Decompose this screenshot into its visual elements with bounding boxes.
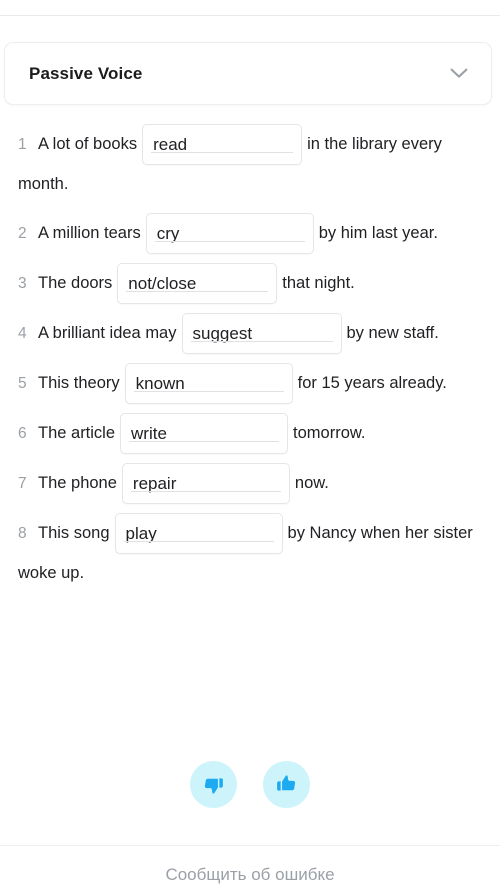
answer-value: known bbox=[135, 374, 185, 393]
answer-input-8[interactable]: play bbox=[114, 513, 283, 554]
topic-header-card[interactable]: Passive Voice bbox=[4, 42, 492, 105]
item-text-before: The doors bbox=[38, 273, 113, 292]
item-number: 3 bbox=[18, 274, 27, 292]
answer-input-5[interactable]: known bbox=[124, 363, 293, 404]
dislike-button[interactable] bbox=[190, 761, 237, 808]
item-text-before: This theory bbox=[38, 373, 120, 392]
exercise-item-5: 5 This theory known for 15 years already. bbox=[18, 363, 484, 404]
thumbs-down-icon bbox=[202, 773, 225, 796]
answer-value: suggest bbox=[192, 324, 253, 343]
item-text-after: by him last year. bbox=[318, 223, 438, 242]
feedback-buttons bbox=[0, 761, 500, 808]
answer-value: not/close bbox=[128, 274, 197, 293]
item-text-before: The article bbox=[38, 423, 116, 442]
exercise-list: 1A lot of books read in the library every … bbox=[0, 124, 500, 602]
item-number: 1 bbox=[18, 135, 27, 153]
item-text-before: This song bbox=[38, 523, 110, 542]
answer-input-2[interactable]: cry bbox=[145, 213, 314, 254]
report-error-link[interactable]: Сообщить об ошибке bbox=[0, 864, 500, 884]
item-text-before: The phone bbox=[38, 473, 117, 492]
footer-divider bbox=[0, 845, 500, 846]
page-title: Passive Voice bbox=[29, 64, 143, 83]
item-text-before: A million tears bbox=[38, 223, 141, 242]
answer-input-3[interactable]: not/close bbox=[117, 263, 278, 304]
item-number: 8 bbox=[18, 524, 27, 542]
item-text-before: A brilliant idea may bbox=[38, 323, 177, 342]
answer-input-4[interactable]: suggest bbox=[181, 313, 342, 354]
exercise-item-1: 1A lot of books read in the library every … bbox=[18, 124, 484, 204]
item-number: 6 bbox=[18, 424, 27, 442]
thumbs-up-icon bbox=[275, 773, 298, 796]
answer-value: write bbox=[131, 424, 167, 443]
item-text-after: for 15 years already. bbox=[297, 373, 447, 392]
item-number: 4 bbox=[18, 324, 27, 342]
exercise-item-6: 6 The article write tomorrow. bbox=[18, 413, 484, 454]
item-number: 7 bbox=[18, 474, 27, 492]
item-text-after: by new staff. bbox=[346, 323, 439, 342]
exercise-item-7: 7 The phone repair now. bbox=[18, 463, 484, 504]
item-number: 5 bbox=[18, 374, 27, 392]
item-text-after: now. bbox=[294, 473, 329, 492]
exercise-item-8: 8 This song play by Nancy when her sister w… bbox=[18, 513, 484, 593]
top-divider bbox=[0, 15, 500, 16]
answer-input-6[interactable]: write bbox=[120, 413, 289, 454]
answer-input-7[interactable]: repair bbox=[121, 463, 290, 504]
answer-input-1[interactable]: read bbox=[142, 124, 303, 165]
exercise-item-4: 4 A brilliant idea may suggest by new staff… bbox=[18, 313, 484, 354]
answer-value: read bbox=[153, 135, 188, 154]
item-text-after: that night. bbox=[282, 273, 355, 292]
answer-value: repair bbox=[132, 474, 177, 493]
like-button[interactable] bbox=[263, 761, 310, 808]
chevron-down-icon[interactable] bbox=[446, 61, 472, 87]
answer-value: cry bbox=[156, 224, 180, 243]
exercise-item-3: 3 The doors not/close that night. bbox=[18, 263, 484, 304]
item-text-before: A lot of books bbox=[38, 134, 138, 153]
answer-value: play bbox=[125, 524, 157, 543]
item-text-after: tomorrow. bbox=[293, 423, 366, 442]
item-number: 2 bbox=[18, 224, 27, 242]
exercise-item-2: 2 A million tears cry by him last year. bbox=[18, 213, 484, 254]
